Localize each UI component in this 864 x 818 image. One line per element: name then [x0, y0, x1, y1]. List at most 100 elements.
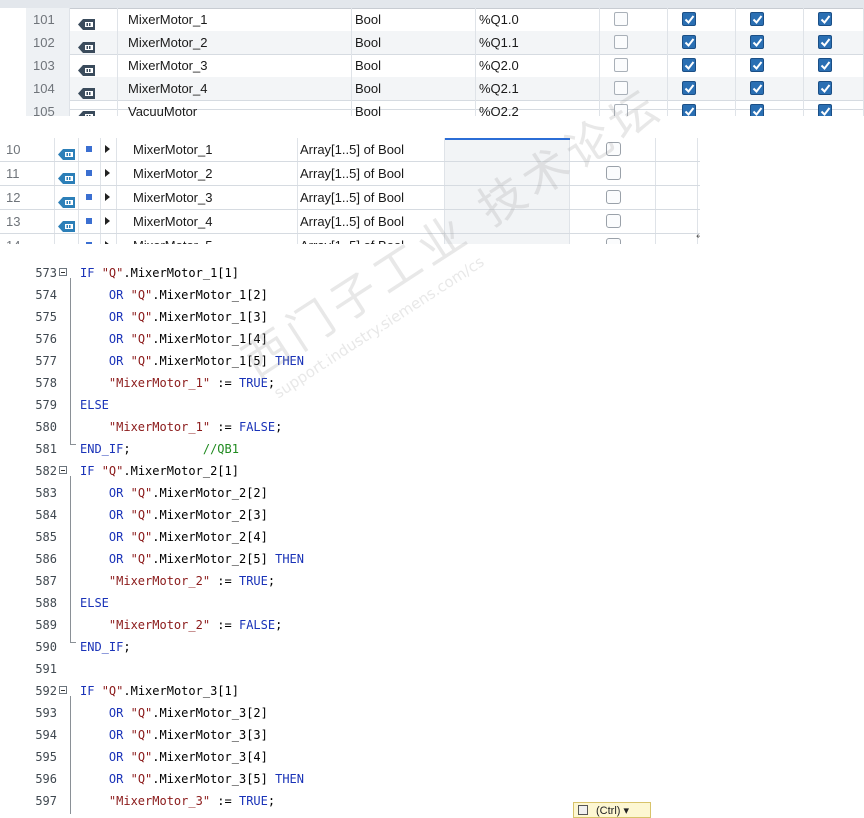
- paste-options-button[interactable]: (Ctrl) ▾: [573, 802, 651, 818]
- checked-checkbox[interactable]: [818, 104, 832, 116]
- code-line[interactable]: 577 OR "Q".MixerMotor_1[5] THEN: [0, 350, 864, 372]
- tag-address[interactable]: %Q1.0: [476, 8, 600, 31]
- expand-arrow-icon[interactable]: [105, 169, 110, 177]
- code-line[interactable]: 578 "MixerMotor_1" := TRUE;: [0, 372, 864, 394]
- start-value-cell[interactable]: [445, 138, 570, 161]
- tag-data-type[interactable]: Bool: [352, 31, 476, 54]
- code-line[interactable]: 582 IF "Q".MixerMotor_2[1]: [0, 460, 864, 482]
- db-row[interactable]: 11 MixerMotor_2 Array[1..5] of Bool: [0, 162, 700, 186]
- member-data-type[interactable]: Array[1..5] of Bool: [298, 186, 445, 209]
- checked-checkbox[interactable]: [682, 58, 696, 72]
- code-line[interactable]: 594 OR "Q".MixerMotor_3[3]: [0, 724, 864, 746]
- retain-checkbox[interactable]: [606, 214, 621, 228]
- tag-address[interactable]: %Q2.1: [476, 77, 600, 100]
- tag-row[interactable]: 101 MixerMotor_1 Bool %Q1.0: [26, 8, 864, 32]
- expand-arrow-icon[interactable]: [105, 241, 110, 244]
- code-line[interactable]: 576 OR "Q".MixerMotor_1[4]: [0, 328, 864, 350]
- code-line[interactable]: 587 "MixerMotor_2" := TRUE;: [0, 570, 864, 592]
- code-line[interactable]: 584 OR "Q".MixerMotor_2[3]: [0, 504, 864, 526]
- member-name[interactable]: MixerMotor_2: [117, 162, 298, 185]
- checked-checkbox[interactable]: [750, 104, 764, 116]
- fold-collapse-icon[interactable]: [59, 268, 67, 276]
- member-data-type[interactable]: Array[1..5] of Bool: [298, 210, 445, 233]
- tag-row[interactable]: 104 MixerMotor_4 Bool %Q2.1: [26, 77, 864, 101]
- code-line[interactable]: 589 "MixerMotor_2" := FALSE;: [0, 614, 864, 636]
- code-line[interactable]: 597 "MixerMotor_3" := TRUE;: [0, 790, 864, 812]
- expand-arrow-icon[interactable]: [105, 193, 110, 201]
- retain-checkbox[interactable]: [606, 238, 621, 244]
- scl-code-editor[interactable]: 573 IF "Q".MixerMotor_1[1] 574 OR "Q".Mixe…: [0, 262, 864, 814]
- checked-checkbox[interactable]: [750, 35, 764, 49]
- code-line[interactable]: 588 ELSE: [0, 592, 864, 614]
- code-line[interactable]: 595 OR "Q".MixerMotor_3[4]: [0, 746, 864, 768]
- tag-name[interactable]: MixerMotor_1: [118, 8, 352, 31]
- code-line[interactable]: 574 OR "Q".MixerMotor_1[2]: [0, 284, 864, 306]
- code-line[interactable]: 585 OR "Q".MixerMotor_2[4]: [0, 526, 864, 548]
- tag-name[interactable]: MixerMotor_4: [118, 77, 352, 100]
- start-value-cell[interactable]: [445, 234, 570, 244]
- tag-data-type[interactable]: Bool: [352, 77, 476, 100]
- checked-checkbox[interactable]: [750, 12, 764, 26]
- start-value-cell[interactable]: [445, 162, 570, 185]
- tag-data-type[interactable]: Bool: [352, 8, 476, 31]
- tag-name[interactable]: VacuuMotor: [118, 100, 352, 116]
- tag-name[interactable]: MixerMotor_3: [118, 54, 352, 77]
- start-value-cell[interactable]: [445, 186, 570, 209]
- expand-arrow-icon[interactable]: [105, 145, 110, 153]
- retain-checkbox[interactable]: [606, 190, 621, 204]
- code-line[interactable]: 581 END_IF; //QB1: [0, 438, 864, 460]
- tag-data-type[interactable]: Bool: [352, 54, 476, 77]
- member-name[interactable]: MixerMotor_4: [117, 210, 298, 233]
- checked-checkbox[interactable]: [682, 12, 696, 26]
- code-line[interactable]: 579 ELSE: [0, 394, 864, 416]
- tag-row[interactable]: 102 MixerMotor_2 Bool %Q1.1: [26, 31, 864, 55]
- code-line[interactable]: 583 OR "Q".MixerMotor_2[2]: [0, 482, 864, 504]
- checked-checkbox[interactable]: [682, 104, 696, 116]
- db-row[interactable]: 10 MixerMotor_1 Array[1..5] of Bool: [0, 138, 700, 162]
- db-row[interactable]: 12 MixerMotor_3 Array[1..5] of Bool: [0, 186, 700, 210]
- checked-checkbox[interactable]: [682, 35, 696, 49]
- member-name[interactable]: MixerMotor_1: [117, 138, 298, 161]
- unchecked-checkbox[interactable]: [614, 81, 628, 95]
- member-data-type[interactable]: Array[1..5] of Bool: [298, 138, 445, 161]
- checked-checkbox[interactable]: [750, 81, 764, 95]
- checked-checkbox[interactable]: [818, 58, 832, 72]
- unchecked-checkbox[interactable]: [614, 58, 628, 72]
- code-line[interactable]: 593 OR "Q".MixerMotor_3[2]: [0, 702, 864, 724]
- tag-address[interactable]: %Q1.1: [476, 31, 600, 54]
- checked-checkbox[interactable]: [818, 12, 832, 26]
- member-name[interactable]: MixerMotor_5: [117, 234, 298, 244]
- code-line[interactable]: 580 "MixerMotor_1" := FALSE;: [0, 416, 864, 438]
- start-value-cell[interactable]: [445, 210, 570, 233]
- fold-collapse-icon[interactable]: [59, 686, 67, 694]
- code-line[interactable]: 586 OR "Q".MixerMotor_2[5] THEN: [0, 548, 864, 570]
- db-row[interactable]: 14 MixerMotor_5Array[1..5] of Bool: [0, 234, 700, 244]
- code-line[interactable]: 592 IF "Q".MixerMotor_3[1]: [0, 680, 864, 702]
- fold-collapse-icon[interactable]: [59, 466, 67, 474]
- unchecked-checkbox[interactable]: [614, 12, 628, 26]
- member-data-type[interactable]: Array[1..5] of Bool: [298, 234, 445, 244]
- retain-checkbox[interactable]: [606, 166, 621, 180]
- unchecked-checkbox[interactable]: [614, 35, 628, 49]
- tag-address[interactable]: %Q2.2: [476, 100, 600, 116]
- code-line[interactable]: 590 END_IF;: [0, 636, 864, 658]
- checked-checkbox[interactable]: [750, 58, 764, 72]
- unchecked-checkbox[interactable]: [614, 104, 628, 116]
- tag-name[interactable]: MixerMotor_2: [118, 31, 352, 54]
- tag-data-type[interactable]: Bool: [352, 100, 476, 116]
- code-line[interactable]: 575 OR "Q".MixerMotor_1[3]: [0, 306, 864, 328]
- code-line[interactable]: 591: [0, 658, 864, 680]
- tag-row[interactable]: 105 VacuuMotor Bool %Q2.2: [26, 100, 864, 116]
- checked-checkbox[interactable]: [818, 35, 832, 49]
- db-row[interactable]: 13 MixerMotor_4 Array[1..5] of Bool: [0, 210, 700, 234]
- tag-row[interactable]: 103 MixerMotor_3 Bool %Q2.0: [26, 54, 864, 78]
- expand-arrow-icon[interactable]: [105, 217, 110, 225]
- tag-address[interactable]: %Q2.0: [476, 54, 600, 77]
- code-line[interactable]: 573 IF "Q".MixerMotor_1[1]: [0, 262, 864, 284]
- member-name[interactable]: MixerMotor_3: [117, 186, 298, 209]
- member-data-type[interactable]: Array[1..5] of Bool: [298, 162, 445, 185]
- checked-checkbox[interactable]: [682, 81, 696, 95]
- retain-checkbox[interactable]: [606, 142, 621, 156]
- checked-checkbox[interactable]: [818, 81, 832, 95]
- code-line[interactable]: 596 OR "Q".MixerMotor_3[5] THEN: [0, 768, 864, 790]
